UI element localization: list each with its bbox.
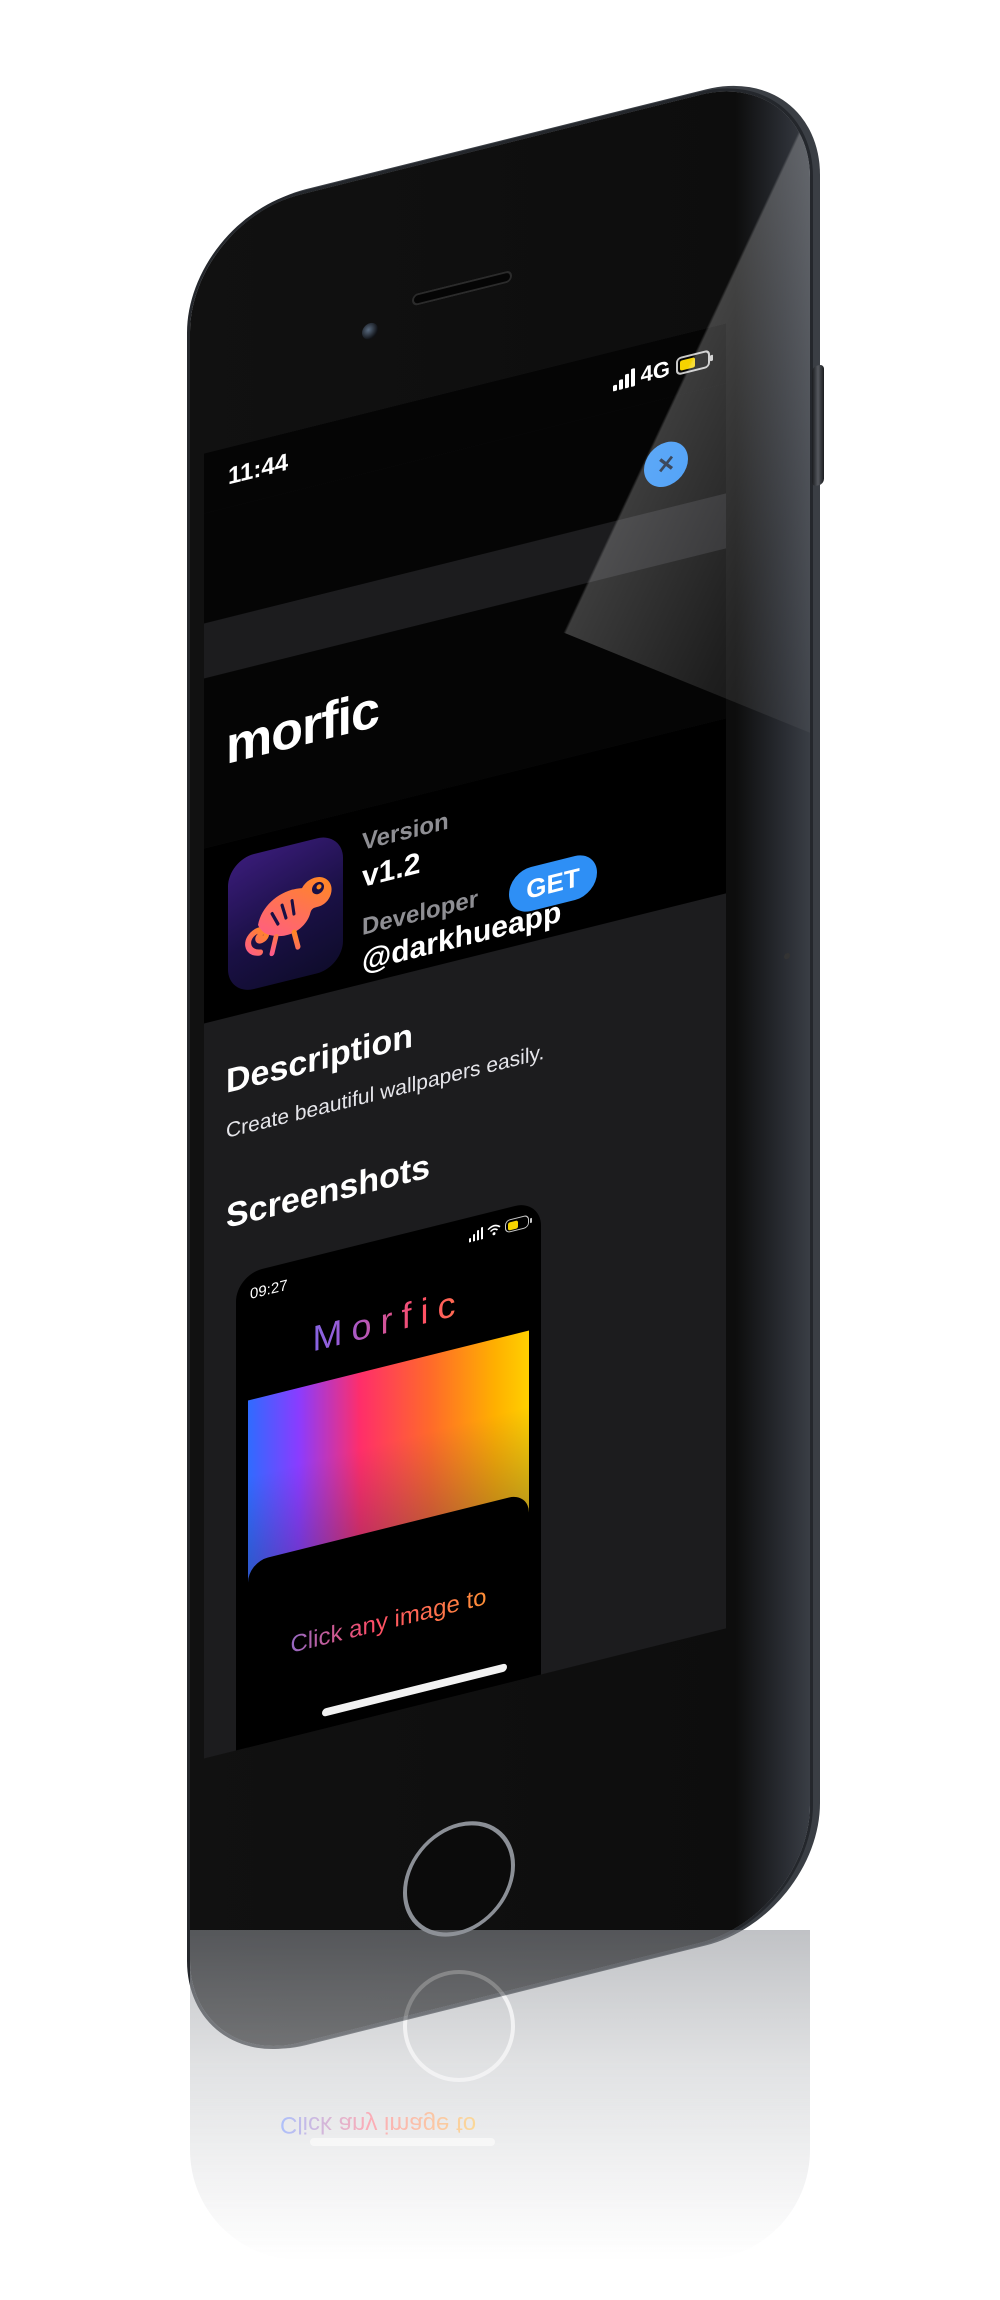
battery-icon <box>676 349 710 376</box>
phone-reflection: Click any image to <box>190 1930 810 2260</box>
stage: 11:44 4G × morfic Version v1.2 Developer… <box>0 0 1000 2300</box>
chameleon-app-icon <box>228 831 343 996</box>
screenshot-time: 09:27 <box>250 1276 288 1304</box>
screenshots-heading: Screenshots <box>226 1147 431 1237</box>
side-button <box>812 363 824 487</box>
phone-screen: 11:44 4G × morfic Version v1.2 Developer… <box>204 323 726 1759</box>
reflection-home-button <box>403 1970 515 2082</box>
status-indicators: 4G <box>612 345 710 395</box>
network-label: 4G <box>640 355 670 388</box>
status-time: 11:44 <box>228 448 289 491</box>
screenshot-status-indicators <box>468 1214 529 1243</box>
screenshot-preview[interactable]: 09:27 Morfic Click any image to <box>236 1199 541 1759</box>
chameleon-icon <box>245 877 332 957</box>
phone-device: 11:44 4G × morfic Version v1.2 Developer… <box>190 67 824 2071</box>
app-title: morfic <box>226 679 379 777</box>
reflection-body <box>190 1930 810 2260</box>
screenshot-battery-icon <box>505 1214 529 1234</box>
reflection-home-indicator <box>310 2138 495 2146</box>
signal-icon <box>612 368 635 392</box>
reflection-hint-text: Click any image to <box>280 2111 477 2138</box>
close-icon: × <box>657 446 675 482</box>
screenshot-signal-icon <box>468 1226 483 1243</box>
close-button[interactable]: × <box>644 436 688 492</box>
wifi-icon <box>487 1224 501 1235</box>
